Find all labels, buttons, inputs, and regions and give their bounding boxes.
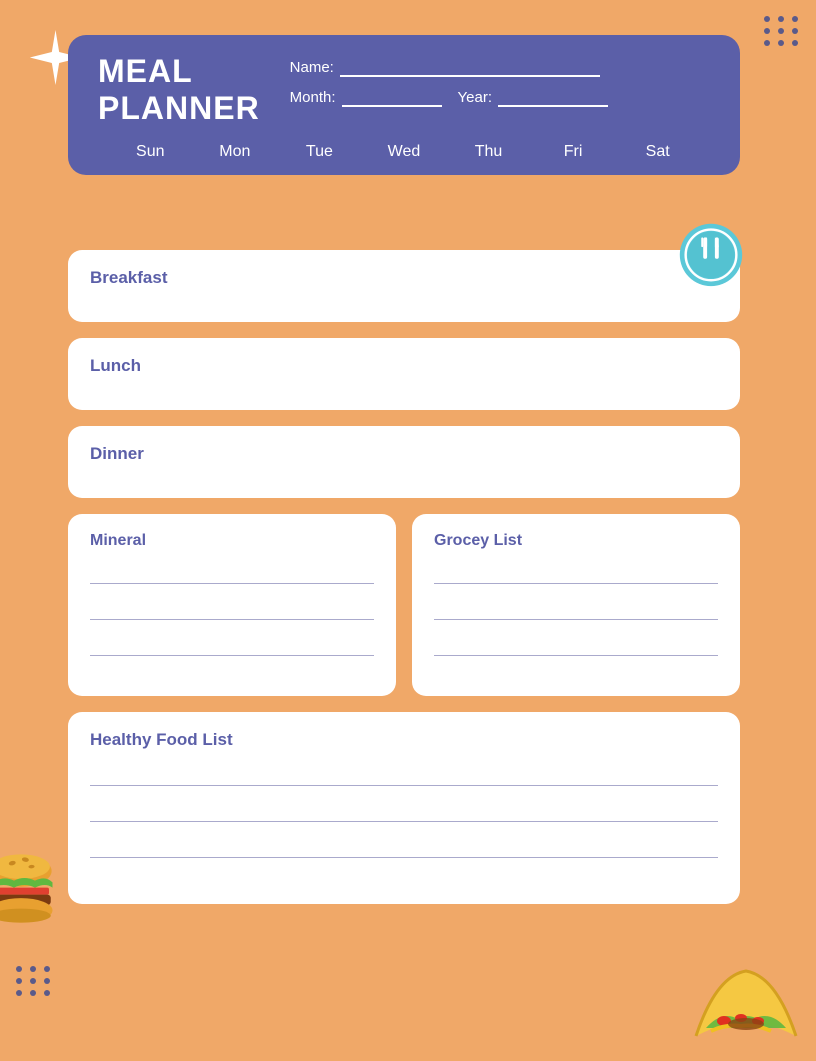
day-wed: Wed bbox=[384, 143, 424, 161]
name-row: Name: bbox=[290, 57, 608, 77]
day-thu: Thu bbox=[469, 143, 509, 161]
taco-decoration bbox=[686, 956, 796, 1046]
healthy-line-2[interactable] bbox=[90, 804, 718, 822]
month-year-row: Month: Year: bbox=[290, 87, 608, 107]
breakfast-icon bbox=[672, 212, 750, 290]
day-sat: Sat bbox=[638, 143, 678, 161]
header-fields: Name: Month: Year: bbox=[290, 53, 608, 107]
grocery-line-2[interactable] bbox=[434, 602, 718, 620]
mineral-line-3[interactable] bbox=[90, 638, 374, 656]
breakfast-label: Breakfast bbox=[90, 268, 168, 287]
main-content: Breakfast Lunch Dinner bbox=[68, 250, 740, 904]
mineral-card: Mineral bbox=[68, 514, 396, 696]
lunch-label: Lunch bbox=[90, 356, 141, 375]
mineral-line-2[interactable] bbox=[90, 602, 374, 620]
name-input-line[interactable] bbox=[340, 57, 600, 77]
year-label: Year: bbox=[458, 89, 492, 106]
healthy-food-label: Healthy Food List bbox=[90, 730, 718, 750]
decorative-dots-top-right bbox=[764, 16, 800, 46]
grocery-label: Grocey List bbox=[434, 532, 718, 550]
lunch-card: Lunch bbox=[68, 338, 740, 410]
healthy-line-3[interactable] bbox=[90, 840, 718, 858]
dinner-label: Dinner bbox=[90, 444, 144, 463]
mineral-line-1[interactable] bbox=[90, 566, 374, 584]
year-input-line[interactable] bbox=[498, 87, 608, 107]
month-input-line[interactable] bbox=[342, 87, 442, 107]
name-label: Name: bbox=[290, 59, 334, 76]
days-row: Sun Mon Tue Wed Thu Fri Sat bbox=[98, 143, 710, 161]
burger-decoration bbox=[0, 846, 56, 926]
breakfast-card: Breakfast bbox=[68, 250, 740, 322]
grocery-line-3[interactable] bbox=[434, 638, 718, 656]
day-fri: Fri bbox=[553, 143, 593, 161]
day-tue: Tue bbox=[299, 143, 339, 161]
month-label: Month: bbox=[290, 89, 336, 106]
dinner-card: Dinner bbox=[68, 426, 740, 498]
mineral-label: Mineral bbox=[90, 532, 374, 550]
header-card: MEAL PLANNER Name: Month: Year: Sun Mon … bbox=[68, 35, 740, 175]
grocery-card: Grocey List bbox=[412, 514, 740, 696]
day-sun: Sun bbox=[130, 143, 170, 161]
app-title: MEAL PLANNER bbox=[98, 53, 260, 127]
grocery-line-1[interactable] bbox=[434, 566, 718, 584]
healthy-line-1[interactable] bbox=[90, 768, 718, 786]
decorative-dots-bottom-left bbox=[16, 966, 52, 996]
healthy-food-card: Healthy Food List bbox=[68, 712, 740, 904]
day-mon: Mon bbox=[215, 143, 255, 161]
two-col-section: Mineral Grocey List bbox=[68, 514, 740, 696]
